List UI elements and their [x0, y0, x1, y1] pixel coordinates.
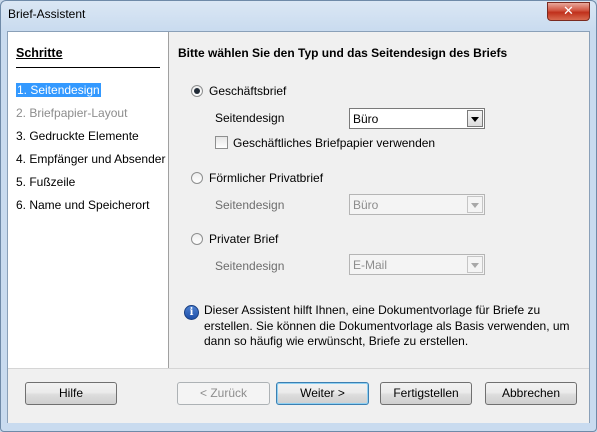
- design-label-2: Seitendesign: [215, 198, 285, 212]
- window-title: Brief-Assistent: [8, 7, 86, 21]
- step-label: 1. Seitendesign: [16, 83, 101, 97]
- back-button[interactable]: < Zurück: [177, 382, 270, 405]
- close-icon: ✕: [563, 4, 574, 19]
- step-fusszeile[interactable]: 5. Fußzeile: [16, 174, 75, 190]
- radio-privater-brief[interactable]: [191, 233, 203, 245]
- page-heading: Bitte wählen Sie den Typ und das Seitend…: [178, 46, 508, 60]
- radio-label-foermlicher-privatbrief[interactable]: Förmlicher Privatbrief: [209, 171, 323, 185]
- step-label: 6. Name und Speicherort: [16, 198, 150, 212]
- steps-divider: [16, 67, 160, 68]
- button-bar: Hilfe < Zurück Weiter > Fertigstellen Ab…: [8, 368, 589, 423]
- close-button[interactable]: ✕: [547, 2, 590, 21]
- design-select-3[interactable]: E-Mail: [349, 254, 485, 275]
- design-select-3-value: E-Mail: [353, 258, 388, 272]
- chevron-down-icon[interactable]: [467, 110, 483, 127]
- step-name-speicherort[interactable]: 6. Name und Speicherort: [16, 197, 149, 213]
- design-select-1[interactable]: Büro: [349, 108, 485, 129]
- chevron-down-icon[interactable]: [467, 196, 483, 213]
- letterhead-checkbox-label[interactable]: Geschäftliches Briefpapier verwenden: [233, 136, 435, 150]
- help-button[interactable]: Hilfe: [25, 382, 117, 405]
- radio-geschaeftsbrief[interactable]: [191, 85, 203, 97]
- cancel-button[interactable]: Abbrechen: [485, 382, 577, 405]
- info-line: erstellen. Sie können die Dokumentvorlag…: [204, 318, 570, 333]
- step-empfaenger-absender[interactable]: 4. Empfänger und Absender: [16, 151, 165, 167]
- step-label: 4. Empfänger und Absender: [16, 152, 166, 166]
- info-text: Dieser Assistent hilft Ihnen, eine Dokum…: [204, 303, 570, 350]
- step-label: 5. Fußzeile: [16, 175, 76, 189]
- design-select-2[interactable]: Büro: [349, 194, 485, 215]
- step-seitendesign[interactable]: 1. Seitendesign: [16, 82, 101, 98]
- title-bar[interactable]: Brief-Assistent ✕: [1, 1, 596, 29]
- steps-sidebar: Schritte 1. Seitendesign 2. Briefpapier-…: [8, 32, 169, 368]
- step-label: 3. Gedruckte Elemente: [16, 129, 139, 143]
- info-line: dann so häufig wie erwünscht, Briefe zu …: [204, 334, 469, 348]
- step-gedruckte-elemente[interactable]: 3. Gedruckte Elemente: [16, 128, 139, 144]
- radio-label-privater-brief[interactable]: Privater Brief: [209, 232, 278, 246]
- next-button[interactable]: Weiter >: [276, 382, 369, 405]
- chevron-down-icon[interactable]: [467, 256, 483, 273]
- step-briefpapier-layout[interactable]: 2. Briefpapier-Layout: [16, 105, 127, 121]
- step-label: 2. Briefpapier-Layout: [16, 106, 128, 120]
- design-label-3: Seitendesign: [215, 259, 285, 273]
- radio-foermlicher-privatbrief[interactable]: [191, 172, 203, 184]
- finish-button[interactable]: Fertigstellen: [380, 382, 472, 405]
- dialog-window: Brief-Assistent ✕ Schritte 1. Seitendesi…: [0, 0, 597, 432]
- letterhead-checkbox[interactable]: [215, 136, 228, 149]
- main-panel: Bitte wählen Sie den Typ und das Seitend…: [169, 32, 589, 368]
- steps-title: Schritte: [16, 46, 63, 60]
- info-line: Dieser Assistent hilft Ihnen, eine Dokum…: [204, 303, 541, 317]
- info-icon: i: [184, 305, 199, 320]
- design-select-1-value: Büro: [353, 112, 379, 126]
- radio-label-geschaeftsbrief[interactable]: Geschäftsbrief: [209, 84, 286, 98]
- design-label-1: Seitendesign: [215, 111, 285, 125]
- dialog-client: Schritte 1. Seitendesign 2. Briefpapier-…: [7, 31, 590, 423]
- design-select-2-value: Büro: [353, 198, 379, 212]
